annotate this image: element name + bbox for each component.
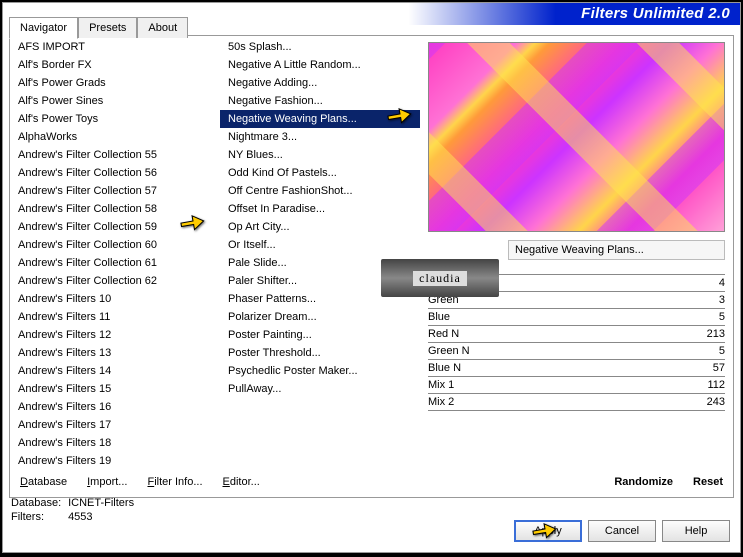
import-button[interactable]: Import... xyxy=(87,476,127,488)
param-value: 112 xyxy=(707,379,725,391)
category-item[interactable]: Alf's Border FX xyxy=(10,56,220,74)
param-row[interactable]: Blue N 57 xyxy=(428,359,725,376)
main-panel: AFS IMPORTAlf's Border FXAlf's Power Gra… xyxy=(9,35,734,498)
panel-toolbar: Database Import... Filter Info... Editor… xyxy=(10,467,733,497)
param-value: 5 xyxy=(719,345,725,357)
current-filter-name: Negative Weaving Plans... xyxy=(508,240,725,260)
filter-item[interactable]: Polarizer Dream... xyxy=(220,308,420,326)
category-item[interactable]: Andrew's Filters 14 xyxy=(10,362,220,380)
filter-item[interactable]: Poster Threshold... xyxy=(220,344,420,362)
param-value: 57 xyxy=(713,362,725,374)
category-item[interactable]: Andrew's Filters 13 xyxy=(10,344,220,362)
param-value: 243 xyxy=(707,396,725,408)
param-name: Blue xyxy=(428,311,450,323)
category-item[interactable]: Andrew's Filters 16 xyxy=(10,398,220,416)
filter-item[interactable]: Poster Painting... xyxy=(220,326,420,344)
filter-item[interactable]: Nightmare 3... xyxy=(220,128,420,146)
tab-navigator[interactable]: Navigator xyxy=(9,17,78,39)
preview-image xyxy=(429,43,724,231)
randomize-button[interactable]: Randomize xyxy=(614,476,673,488)
tab-presets[interactable]: Presets xyxy=(78,17,137,38)
filter-item[interactable]: Op Art City... xyxy=(220,218,420,236)
category-item[interactable]: Andrew's Filter Collection 58 xyxy=(10,200,220,218)
param-value: 5 xyxy=(719,311,725,323)
param-row[interactable]: Blue 5 xyxy=(428,308,725,325)
category-item[interactable]: AFS IMPORT xyxy=(10,38,220,56)
app-title: Filters Unlimited 2.0 xyxy=(581,5,730,22)
category-list[interactable]: AFS IMPORTAlf's Border FXAlf's Power Gra… xyxy=(10,36,220,465)
filter-item[interactable]: NY Blues... xyxy=(220,146,420,164)
filter-item[interactable]: PullAway... xyxy=(220,380,420,398)
watermark-badge: claudia xyxy=(381,259,499,297)
apply-button[interactable]: Apply xyxy=(514,520,582,542)
category-item[interactable]: Andrew's Filter Collection 57 xyxy=(10,182,220,200)
help-button[interactable]: Help xyxy=(662,520,730,542)
category-item[interactable]: Andrew's Filters 18 xyxy=(10,434,220,452)
category-item[interactable]: Andrew's Filters 17 xyxy=(10,416,220,434)
filter-item[interactable]: Off Centre FashionShot... xyxy=(220,182,420,200)
reset-button[interactable]: Reset xyxy=(693,476,723,488)
category-item[interactable]: Andrew's Filter Collection 60 xyxy=(10,236,220,254)
category-item[interactable]: Alf's Power Toys xyxy=(10,110,220,128)
param-name: Red N xyxy=(428,328,459,340)
status-bar: Database: ICNET-Filters Filters: 4553 xyxy=(11,496,134,524)
category-item[interactable]: Andrew's Filters 12 xyxy=(10,326,220,344)
tab-about[interactable]: About xyxy=(137,17,188,38)
param-value: 213 xyxy=(707,328,725,340)
database-button[interactable]: Database xyxy=(20,476,67,488)
preview-image-box xyxy=(428,42,725,232)
param-value: 3 xyxy=(719,294,725,306)
filter-item[interactable]: Negative Fashion... xyxy=(220,92,420,110)
category-item[interactable]: Alf's Power Grads xyxy=(10,74,220,92)
filter-item[interactable]: Psychedlic Poster Maker... xyxy=(220,362,420,380)
filter-item[interactable]: Negative A Little Random... xyxy=(220,56,420,74)
param-name: Mix 2 xyxy=(428,396,454,408)
filter-list[interactable]: 50s Splash...Negative A Little Random...… xyxy=(220,36,420,465)
filter-item[interactable]: Negative Weaving Plans... xyxy=(220,110,420,128)
param-row[interactable]: Red N 213 xyxy=(428,325,725,342)
category-item[interactable]: Alf's Power Sines xyxy=(10,92,220,110)
filter-item[interactable]: Negative Adding... xyxy=(220,74,420,92)
category-item[interactable]: AlphaWorks xyxy=(10,128,220,146)
category-item[interactable]: Andrew's Filter Collection 62 xyxy=(10,272,220,290)
category-item[interactable]: Andrew's Filter Collection 55 xyxy=(10,146,220,164)
param-row[interactable]: Mix 1 112 xyxy=(428,376,725,393)
editor-button[interactable]: Editor... xyxy=(223,476,260,488)
category-item[interactable]: Andrew's Filter Collection 61 xyxy=(10,254,220,272)
filter-item[interactable]: 50s Splash... xyxy=(220,38,420,56)
param-value: 4 xyxy=(719,277,725,289)
param-name: Green N xyxy=(428,345,470,357)
filter-info-button[interactable]: Filter Info... xyxy=(147,476,202,488)
filter-item[interactable]: Or Itself... xyxy=(220,236,420,254)
category-item[interactable]: Andrew's Filters 19 xyxy=(10,452,220,465)
param-row[interactable]: Mix 2 243 xyxy=(428,393,725,411)
param-row[interactable]: Green N 5 xyxy=(428,342,725,359)
category-item[interactable]: Andrew's Filters 10 xyxy=(10,290,220,308)
category-item[interactable]: Andrew's Filters 15 xyxy=(10,380,220,398)
cancel-button[interactable]: Cancel xyxy=(588,520,656,542)
category-item[interactable]: Andrew's Filter Collection 56 xyxy=(10,164,220,182)
tab-strip: NavigatorPresetsAbout xyxy=(9,17,188,38)
app-frame: Filters Unlimited 2.0 NavigatorPresetsAb… xyxy=(2,2,741,553)
param-name: Blue N xyxy=(428,362,461,374)
dialog-buttons: Apply Cancel Help xyxy=(514,520,730,542)
category-item[interactable]: Andrew's Filters 11 xyxy=(10,308,220,326)
watermark-text: claudia xyxy=(413,271,467,286)
category-item[interactable]: Andrew's Filter Collection 59 xyxy=(10,218,220,236)
filter-item[interactable]: Offset In Paradise... xyxy=(220,200,420,218)
filter-item[interactable]: Odd Kind Of Pastels... xyxy=(220,164,420,182)
param-name: Mix 1 xyxy=(428,379,454,391)
preview-panel: Negative Weaving Plans... Red4Green3Blue… xyxy=(420,36,733,465)
